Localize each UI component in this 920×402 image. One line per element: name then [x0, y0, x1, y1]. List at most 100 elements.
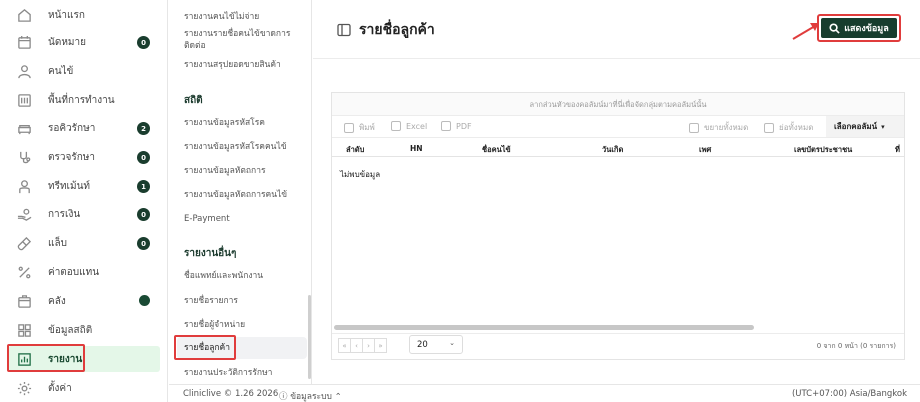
page-header: รายชื่อลูกค้า: [337, 19, 435, 41]
submenu-item[interactable]: รายชื่อผู้จำหน่าย: [184, 319, 245, 331]
report-submenu: รายงานคนไข้ไม่จ่าย รายงานรายชื่อคนไข้ขาด…: [169, 0, 312, 384]
data-grid: ลากส่วนหัวของคอลัมน์มาที่นี่เพื่อจัดกลุ่…: [331, 92, 905, 360]
main-sidebar: หน้าแรก นัดหมาย 0 คนไข้ พื้นที่การทำงาน …: [0, 0, 168, 402]
table-header: ลำดับ HN ชื่อคนไข้ วันเกิด เพศ เลขบัตรปร…: [332, 139, 904, 157]
collapse-all-button[interactable]: ย่อทั้งหมด: [764, 121, 813, 134]
calendar-icon: [16, 34, 32, 50]
submenu-item[interactable]: รายชื่อรายการ: [184, 295, 238, 307]
sidebar-item-settings[interactable]: ตั้งค่า: [8, 375, 160, 401]
submenu-item[interactable]: รายงานข้อมูลหัตถการคนไข้: [184, 189, 287, 201]
count-badge: 0: [137, 36, 150, 49]
sidebar-item-examination[interactable]: ตรวจรักษา 0: [8, 144, 160, 170]
sidebar-item-label: ตั้งค่า: [48, 382, 72, 394]
excel-button[interactable]: Excel: [391, 121, 427, 131]
submenu-item[interactable]: E-Payment: [184, 213, 230, 225]
submenu-item[interactable]: รายงานคนไข้ไม่จ่าย: [184, 11, 259, 23]
search-icon: [829, 22, 840, 34]
sidebar-item-label: ทรีทเม้นท์: [48, 180, 90, 192]
submenu-item[interactable]: รายงานประวัติการรักษา: [184, 367, 272, 379]
stethoscope-icon: [16, 149, 32, 165]
collapse-all-label: ย่อทั้งหมด: [779, 123, 814, 132]
pager-nav: « ‹ › »: [338, 338, 387, 353]
submenu-item[interactable]: ชื่อแพทย์และพนักงาน: [184, 270, 263, 282]
column-header[interactable]: ลำดับ: [346, 144, 364, 156]
column-header[interactable]: เพศ: [699, 144, 711, 156]
printer-icon: [344, 122, 354, 133]
column-header[interactable]: ชื่อคนไข้: [482, 144, 511, 156]
last-page-button[interactable]: »: [374, 338, 387, 353]
system-info-link[interactable]: ⓘ ข้อมูลระบบ ⌃: [279, 389, 342, 402]
show-data-button[interactable]: แสดงข้อมูล: [821, 18, 897, 38]
home-icon: [16, 7, 32, 23]
test-tube-icon: [16, 235, 32, 251]
count-badge: 0: [137, 208, 150, 221]
treatment-icon: [16, 178, 32, 194]
group-panel[interactable]: ลากส่วนหัวของคอลัมน์มาที่นี่เพื่อจัดกลุ่…: [332, 93, 904, 116]
sidebar-item-treatment[interactable]: ทรีทเม้นท์ 1: [8, 173, 160, 199]
user-icon: [16, 63, 32, 79]
column-header[interactable]: วันเกิด: [602, 144, 623, 156]
timezone-text: (UTC+07:00) Asia/Bangkok: [791, 389, 907, 399]
gear-icon: [16, 380, 32, 396]
sidebar-item-label: ข้อมูลสถิติ: [48, 324, 93, 336]
column-header[interactable]: HN: [410, 144, 423, 153]
sidebar-item-label: แล็บ: [48, 237, 67, 249]
sidebar-item-appointments[interactable]: นัดหมาย 0: [8, 29, 160, 55]
sidebar-item-home[interactable]: หน้าแรก: [8, 2, 160, 28]
sidebar-item-statistics[interactable]: ข้อมูลสถิติ: [8, 317, 160, 343]
count-badge: 1: [137, 180, 150, 193]
grid-stats-icon: [16, 322, 32, 338]
pager-divider: [332, 333, 904, 334]
submenu-scrollbar[interactable]: [308, 295, 311, 379]
sidebar-item-patients[interactable]: คนไข้: [8, 58, 160, 84]
sofa-icon: [16, 120, 32, 136]
sidebar-item-label: หน้าแรก: [48, 9, 85, 21]
submenu-item[interactable]: รายงานข้อมูลหัตถการ: [184, 165, 266, 177]
grid-toolbar: พิมพ์ Excel PDF ขยายทั้งหมด ย่อทั้งหมด เ…: [332, 116, 904, 138]
sidebar-item-lab[interactable]: แล็บ 0: [8, 230, 160, 256]
excel-icon: [391, 121, 401, 131]
sidebar-item-compensation[interactable]: ค่าตอบแทน: [8, 259, 160, 285]
pdf-button[interactable]: PDF: [441, 121, 472, 131]
sidebar-toggle-icon[interactable]: [337, 23, 351, 37]
pdf-label: PDF: [456, 121, 472, 131]
expand-all-button[interactable]: ขยายทั้งหมด: [689, 121, 748, 134]
count-badge: 0: [137, 237, 150, 250]
sidebar-item-finance[interactable]: การเงิน 0: [8, 201, 160, 227]
column-header[interactable]: ที่: [895, 144, 900, 156]
sidebar-item-workspace[interactable]: พื้นที่การทำงาน: [8, 87, 160, 113]
expand-icon: [689, 122, 699, 133]
chevron-down-icon: ▾: [881, 122, 885, 131]
sidebar-item-label: การเงิน: [48, 208, 81, 220]
print-button[interactable]: พิมพ์: [344, 121, 375, 134]
pdf-icon: [441, 121, 451, 131]
page-size-select[interactable]: 20 ⌄: [409, 335, 463, 354]
excel-label: Excel: [406, 121, 428, 131]
count-badge: 2: [137, 122, 150, 135]
no-data-message: ไม่พบข้อมูล: [340, 170, 381, 179]
column-header[interactable]: เลขบัตรประชาชน: [794, 144, 852, 156]
info-icon: ⓘ: [279, 392, 288, 402]
submenu-item[interactable]: รายงานข้อมูลรหัสโรคคนไข้: [184, 141, 287, 153]
submenu-item[interactable]: รายงานข้อมูลรหัสโรค: [184, 117, 265, 129]
page-title: รายชื่อลูกค้า: [359, 22, 435, 38]
submenu-item[interactable]: รายงานสรุปยอดขายสินค้า: [184, 59, 281, 71]
highlight-box-show-button: แสดงข้อมูล: [817, 14, 901, 42]
submenu-item[interactable]: รายงานรายชื่อคนไข้ขาดการ: [184, 28, 290, 40]
sidebar-item-label: ค่าตอบแทน: [48, 266, 100, 278]
submenu-section-title: รายงานอื่นๆ: [184, 248, 237, 259]
show-data-label: แสดงข้อมูล: [844, 24, 889, 34]
highlight-box-reports: [7, 344, 85, 372]
sidebar-item-label: พื้นที่การทำงาน: [48, 94, 115, 106]
app-root: หน้าแรก นัดหมาย 0 คนไข้ พื้นที่การทำงาน …: [0, 0, 920, 402]
highlight-box-customers: [174, 335, 236, 360]
count-badge: 0: [137, 151, 150, 164]
submenu-item-wrap[interactable]: ติดต่อ: [184, 40, 206, 52]
sidebar-item-queue[interactable]: รอคิวรักษา 2: [8, 115, 160, 141]
horizontal-scrollbar[interactable]: [334, 325, 754, 330]
submenu-section-title: สถิติ: [184, 95, 203, 106]
sidebar-item-inventory[interactable]: คลัง: [8, 288, 160, 314]
column-chooser-button[interactable]: เลือกคอลัมน์ ▾: [826, 116, 904, 137]
sidebar-item-label: รอคิวรักษา: [48, 122, 96, 134]
version-text: Cliniclive © 1.26 2026: [183, 389, 279, 399]
